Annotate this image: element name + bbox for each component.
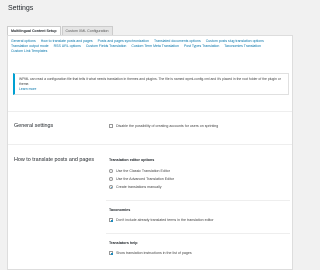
advanced-editor-radio[interactable] [109, 177, 113, 181]
taxonomies-label: Don't include already translated terms i… [116, 218, 214, 222]
translators-help-heading: Translators help [109, 241, 138, 245]
link-custom-fields[interactable]: Custom Fields Translation [86, 44, 126, 48]
taxonomies-checkbox[interactable] [109, 218, 113, 222]
advanced-editor-label: Use the Advanced Translation Editor [116, 177, 175, 181]
translation-editor-heading: Translation editor options [109, 158, 155, 162]
page-title: Settings [8, 5, 34, 12]
translators-help-label: Show translation instructions in the lis… [116, 251, 192, 255]
link-taxonomies[interactable]: Taxonomies Translation [224, 44, 261, 48]
link-translated-documents[interactable]: Translated documents options [154, 39, 201, 43]
general-settings-title: General settings [14, 123, 54, 129]
disable-accounts-checkbox[interactable] [109, 124, 113, 128]
classic-editor-radio[interactable] [109, 169, 113, 173]
learn-more-link[interactable]: Learn more [19, 87, 284, 91]
divider [8, 144, 292, 145]
notice-text: WPML can read a configuration file that … [19, 77, 281, 86]
link-translation-output[interactable]: Translation output mode [11, 44, 49, 48]
tab-custom-xml-configuration[interactable]: Custom XML Configuration [61, 26, 113, 35]
link-how-to-translate[interactable]: How to translate posts and pages [41, 39, 93, 43]
disable-accounts-label: Disable the possibility of creating acco… [116, 124, 219, 128]
link-post-types[interactable]: Post Types Translation [184, 44, 219, 48]
link-rss-url-options[interactable]: RSS URL options [54, 44, 81, 48]
section-links: General options How to translate posts a… [11, 39, 291, 54]
translators-help-checkbox[interactable] [109, 251, 113, 255]
tab-multilingual-content-setup[interactable]: Multilingual Content Setup [7, 26, 61, 35]
link-custom-posts-slug[interactable]: Custom posts slug translation options [206, 39, 264, 43]
settings-panel: General options How to translate posts a… [7, 35, 293, 270]
taxonomies-heading: Taxonomies [109, 208, 131, 212]
tab-bar: Multilingual Content Setup Custom XML Co… [7, 26, 113, 35]
link-general-options[interactable]: General options [11, 39, 36, 43]
manual-translation-label: Create translations manually [116, 185, 162, 189]
divider [106, 200, 290, 201]
link-posts-pages-sync[interactable]: Posts and pages synchronization [98, 39, 149, 43]
how-to-translate-title: How to translate posts and pages [14, 157, 95, 163]
info-notice: WPML can read a configuration file that … [13, 73, 289, 95]
link-custom-term-meta[interactable]: Custom Term Meta Translation [131, 44, 179, 48]
classic-editor-label: Use the Classic Translation Editor [116, 169, 170, 173]
divider [8, 111, 292, 112]
link-custom-link-templates[interactable]: Custom Link Templates [11, 49, 47, 53]
manual-translation-radio[interactable] [109, 185, 113, 189]
divider [106, 233, 290, 234]
